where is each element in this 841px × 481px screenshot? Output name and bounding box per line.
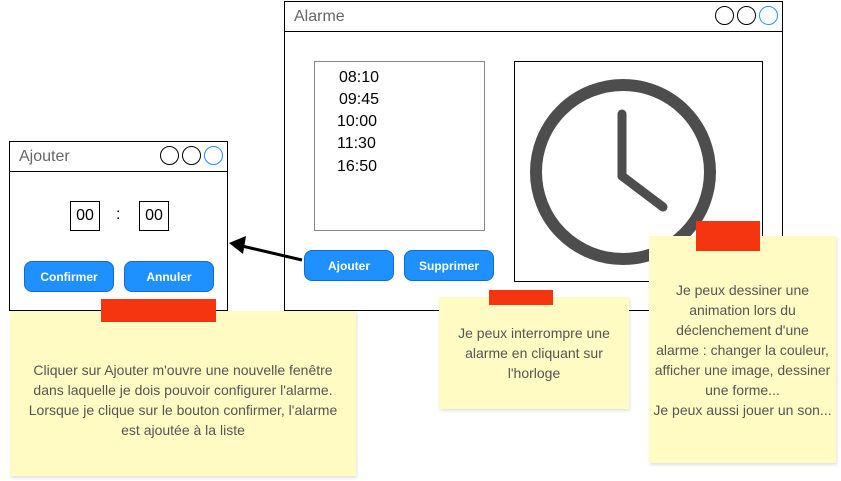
delete-button[interactable]: Supprimer xyxy=(404,250,494,281)
maximize-button[interactable] xyxy=(737,6,756,25)
sticky-note-animation: Je peux dessiner une animation lors du d… xyxy=(649,236,836,463)
note-text: Cliquer sur Ajouter m'ouvre une nouvelle… xyxy=(28,361,338,438)
alarm-window-titlebar: Alarme xyxy=(285,2,782,32)
add-window-title: Ajouter xyxy=(19,148,70,165)
time-separator: : xyxy=(116,206,121,223)
cancel-button[interactable]: Annuler xyxy=(124,261,214,292)
list-item[interactable]: 10:00 xyxy=(337,113,377,131)
sticky-note-clock: Je peux interrompre une alarme en cliqua… xyxy=(439,297,629,409)
note-text: Je peux dessiner une animation lors du d… xyxy=(653,281,832,418)
window-controls xyxy=(715,6,778,25)
tape xyxy=(489,290,553,305)
minimize-button[interactable] xyxy=(715,6,734,25)
window-controls xyxy=(160,146,223,165)
list-item[interactable]: 11:30 xyxy=(337,135,376,153)
alarm-window-title: Alarme xyxy=(294,8,345,25)
list-item[interactable]: 09:45 xyxy=(339,91,379,109)
add-window: Ajouter 00 : 00 Confirmer Annuler xyxy=(9,141,228,311)
alarm-list[interactable]: 08:10 09:45 10:00 11:30 16:50 xyxy=(314,61,485,231)
minutes-input[interactable]: 00 xyxy=(139,201,169,231)
list-item[interactable]: 16:50 xyxy=(337,158,377,176)
close-button[interactable] xyxy=(204,146,223,165)
maximize-button[interactable] xyxy=(182,146,201,165)
minimize-button[interactable] xyxy=(160,146,179,165)
tape xyxy=(101,299,216,322)
close-button[interactable] xyxy=(759,6,778,25)
hours-input[interactable]: 00 xyxy=(70,201,100,231)
add-window-titlebar: Ajouter xyxy=(10,142,227,172)
confirm-button[interactable]: Confirmer xyxy=(24,261,114,292)
sticky-note-add: Cliquer sur Ajouter m'ouvre une nouvelle… xyxy=(10,311,356,476)
note-text: Je peux interrompre une alarme en cliqua… xyxy=(458,325,610,381)
add-button[interactable]: Ajouter xyxy=(304,250,394,281)
list-item[interactable]: 08:10 xyxy=(339,69,379,87)
tape xyxy=(696,221,760,251)
